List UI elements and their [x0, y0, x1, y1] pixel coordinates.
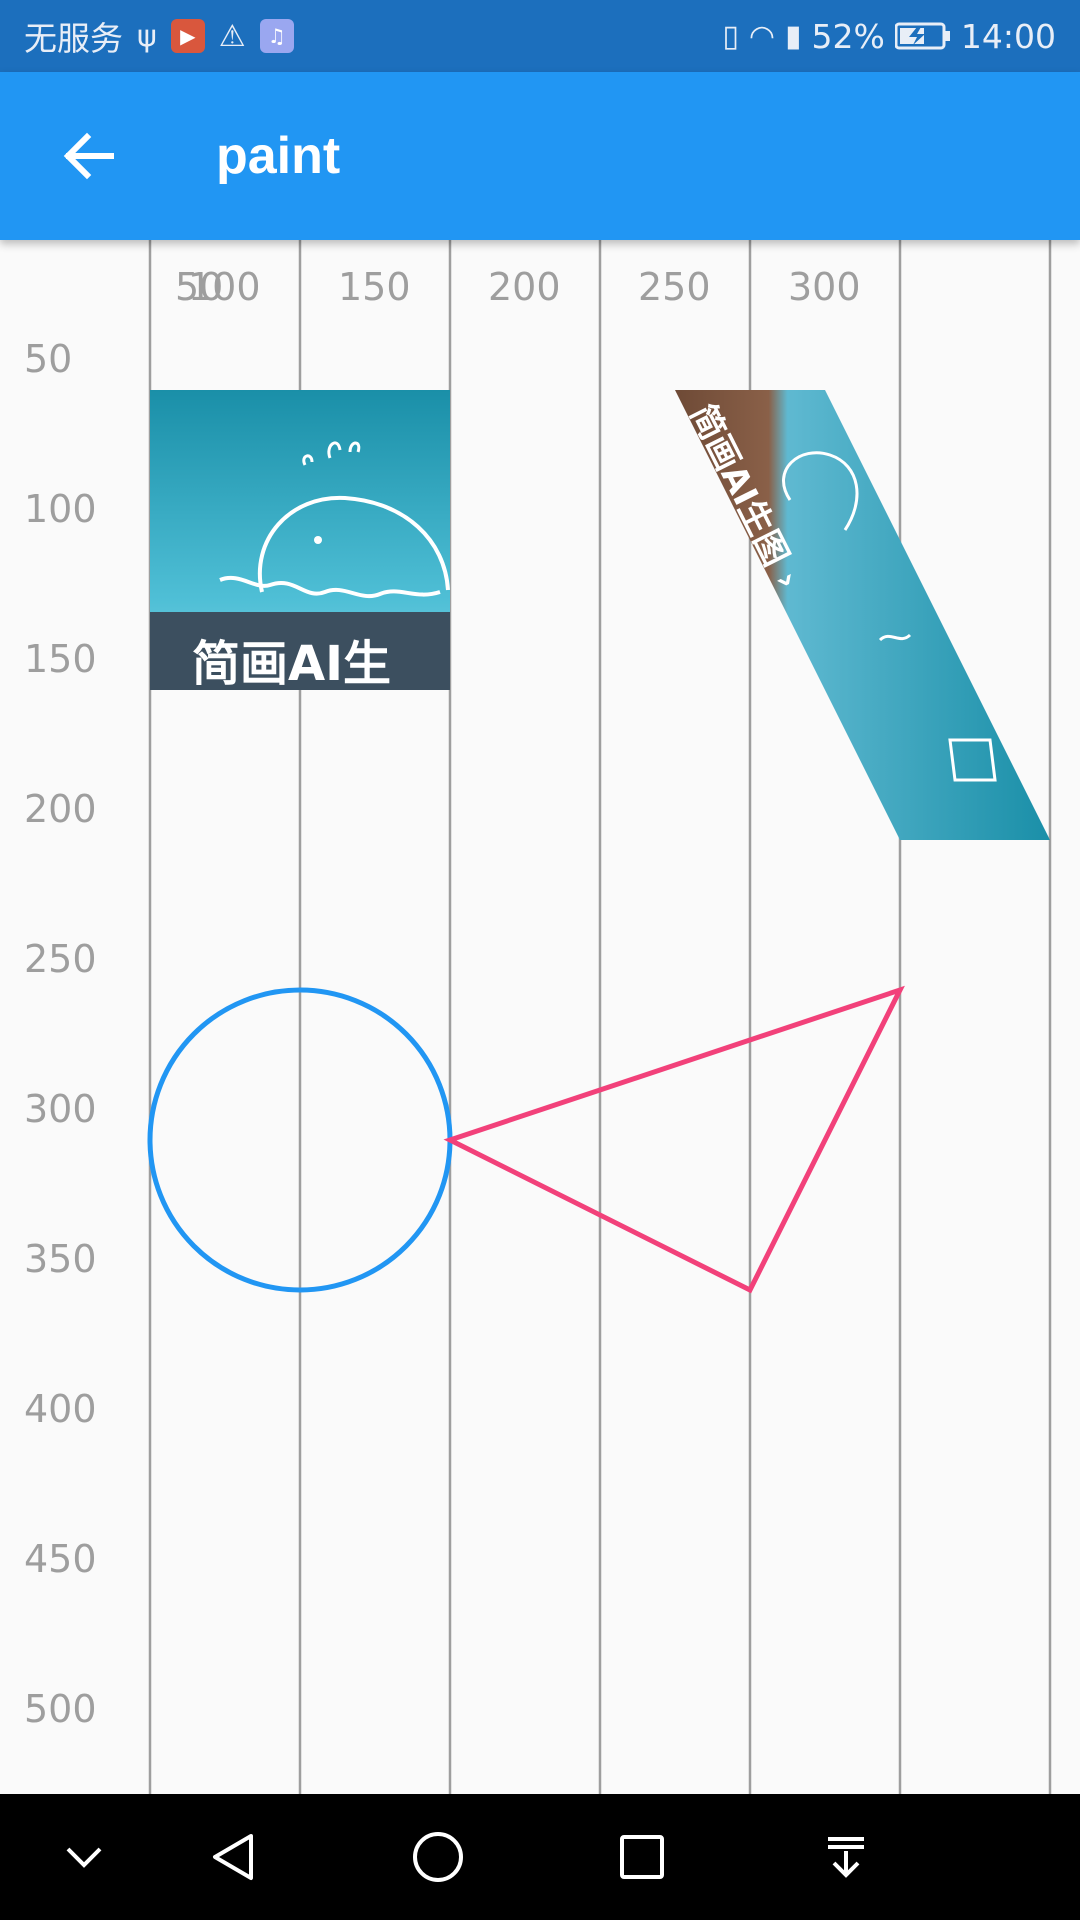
- video-app-icon: ▶: [170, 19, 205, 53]
- sim-alert-icon: ▮: [785, 18, 802, 54]
- y-axis-label: 500: [24, 1687, 97, 1731]
- status-right: ▯ ◠ ▮ 52% 14:00: [722, 0, 1056, 72]
- canvas-drawing: 简画AI生 简画AI生图 › 50100 150 200 250 30050100150…: [0, 240, 1080, 1794]
- back-button[interactable]: [44, 112, 132, 200]
- y-axis-label: 150: [24, 637, 97, 681]
- carrier-text: 无服务: [24, 19, 123, 58]
- x-axis-label: 150: [338, 265, 411, 309]
- y-axis-label: 450: [24, 1537, 97, 1581]
- clock: 14:00: [960, 16, 1056, 56]
- battery-charging-icon: [894, 22, 950, 50]
- vibrate-icon: ▯: [722, 18, 739, 54]
- navigation-bar: [0, 1794, 1080, 1920]
- wifi-icon: ◠: [748, 18, 776, 54]
- x-axis-label: 200: [488, 265, 561, 309]
- chevron-down-icon: [66, 1847, 102, 1868]
- whale-image: 简画AI生: [150, 390, 450, 692]
- battery-percent: 52%: [811, 16, 885, 56]
- image-caption: 简画AI生: [192, 636, 391, 692]
- y-axis-label: 50: [24, 337, 72, 381]
- recents-nav-button[interactable]: [602, 1817, 682, 1897]
- music-app-icon: ♫: [259, 19, 294, 53]
- x-axis-label: 300: [788, 265, 861, 309]
- pull-down-icon: [828, 1837, 864, 1878]
- notification-pull-button[interactable]: [806, 1817, 886, 1897]
- status-bar: 无服务 ψ ▶ ⚠ ♫ ▯ ◠ ▮ 52% 14:00: [0, 0, 1080, 72]
- app-bar: paint: [0, 72, 1080, 240]
- y-axis-label: 400: [24, 1387, 97, 1431]
- skewed-whale-image: 简画AI生图 ›: [675, 390, 1050, 840]
- square-recents-icon: [620, 1835, 664, 1879]
- y-axis-label: 300: [24, 1087, 97, 1131]
- paint-canvas[interactable]: 简画AI生 简画AI生图 › 50 100 150 200 250 300 50 100 150…: [0, 240, 1080, 1794]
- arrow-back-icon: [63, 132, 114, 180]
- triangle-back-icon: [213, 1834, 253, 1880]
- x-axis-label: 250: [638, 265, 711, 309]
- page-title: paint: [216, 127, 341, 185]
- back-nav-button[interactable]: [193, 1817, 273, 1897]
- x-axis-label: 100: [188, 265, 261, 309]
- y-axis-label: 100: [24, 487, 97, 531]
- y-axis-label: 250: [24, 937, 97, 981]
- home-nav-button[interactable]: [398, 1817, 478, 1897]
- usb-icon: ψ: [137, 18, 157, 54]
- circle-home-icon: [413, 1832, 463, 1882]
- warning-icon: ⚠: [218, 18, 246, 54]
- y-axis-label: 200: [24, 787, 97, 831]
- y-axis-label: 350: [24, 1237, 97, 1281]
- status-left: 无服务 ψ ▶ ⚠ ♫: [24, 0, 294, 72]
- hide-nav-button[interactable]: [44, 1817, 124, 1897]
